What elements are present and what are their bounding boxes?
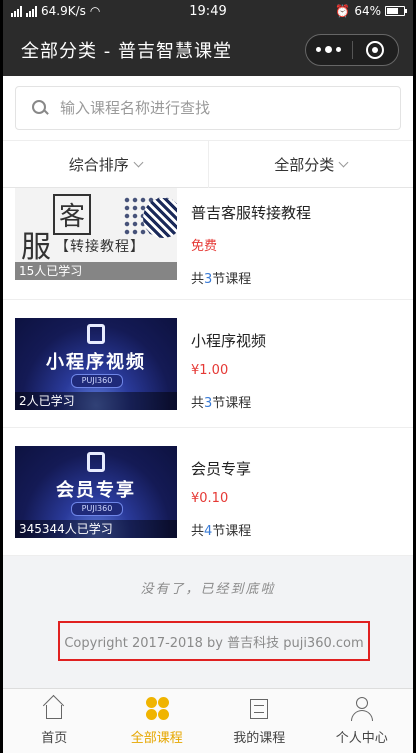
tab-home[interactable]: 首页 — [3, 689, 106, 753]
learner-count: 345344人已学习 — [15, 520, 177, 538]
category-icon — [143, 695, 171, 723]
course-item[interactable]: 小程序视频 PUJI360 2人已学习 小程序视频 ¥1.00 共3节课程 — [3, 300, 413, 428]
more-icon[interactable] — [306, 46, 352, 53]
user-icon — [348, 695, 376, 723]
lesson-count: 共4节课程 — [191, 524, 252, 539]
search-input[interactable] — [58, 98, 382, 118]
course-icon — [245, 695, 273, 723]
nav-bar: 全部分类 - 普吉智慧课堂 — [3, 24, 413, 76]
close-icon[interactable] — [352, 41, 398, 59]
search-icon — [32, 100, 48, 116]
lesson-count: 共3节课程 — [191, 396, 252, 411]
search-area — [3, 76, 413, 140]
learner-count: 2人已学习 — [15, 392, 177, 410]
sort-filter[interactable]: 综合排序 — [3, 141, 208, 187]
chevron-down-icon — [338, 157, 349, 167]
course-list: 客 服 【转接教程】 15人已学习 普吉客服转接教程 免费 共3节课程 小程序视… — [3, 188, 413, 556]
tab-all-courses[interactable]: 全部课程 — [106, 689, 209, 753]
course-title: 会员专享 — [191, 460, 252, 478]
logo-icon — [87, 452, 105, 472]
search-box[interactable] — [15, 86, 401, 130]
alarm-icon: ⏰ — [335, 4, 351, 18]
course-thumbnail: 小程序视频 PUJI360 2人已学习 — [15, 318, 177, 410]
home-icon — [40, 695, 68, 723]
course-thumbnail: 客 服 【转接教程】 15人已学习 — [15, 188, 177, 280]
logo-icon — [87, 324, 105, 344]
copyright-text: Copyright 2017-2018 by 普吉科技 puji360.com — [58, 621, 370, 661]
lesson-count: 共3节课程 — [191, 272, 252, 287]
course-thumbnail: 会员专享 PUJI360 345344人已学习 — [15, 446, 177, 538]
course-title: 小程序视频 — [191, 332, 267, 350]
course-title: 普吉客服转接教程 — [191, 204, 312, 222]
tab-bar: 首页 全部课程 我的课程 个人中心 — [3, 688, 413, 753]
battery-icon — [385, 6, 407, 16]
course-item[interactable]: 客 服 【转接教程】 15人已学习 普吉客服转接教程 免费 共3节课程 — [3, 188, 413, 300]
filter-bar: 综合排序 全部分类 — [3, 140, 414, 189]
phone-screen: 64.9K/s ◠ 19:49 ⏰ 64% 全部分类 - 普吉智慧课堂 综合排序… — [3, 0, 413, 753]
course-price: 免费 — [191, 239, 218, 254]
miniprogram-capsule — [305, 34, 399, 66]
course-item[interactable]: 会员专享 PUJI360 345344人已学习 会员专享 ¥0.10 共4节课程 — [3, 428, 413, 556]
tab-my-courses[interactable]: 我的课程 — [208, 689, 311, 753]
course-price: ¥1.00 — [191, 363, 229, 378]
battery-percent: 64% — [354, 4, 381, 18]
page-title: 全部分类 - 普吉智慧课堂 — [21, 41, 232, 62]
learner-count: 15人已学习 — [15, 262, 177, 280]
course-price: ¥0.10 — [191, 491, 229, 506]
tab-profile[interactable]: 个人中心 — [311, 689, 414, 753]
category-filter[interactable]: 全部分类 — [209, 141, 414, 187]
end-of-list-note: 没有了，已经到底啦 — [140, 582, 276, 597]
status-bar: 64.9K/s ◠ 19:49 ⏰ 64% — [3, 0, 413, 24]
chevron-down-icon — [133, 157, 144, 167]
